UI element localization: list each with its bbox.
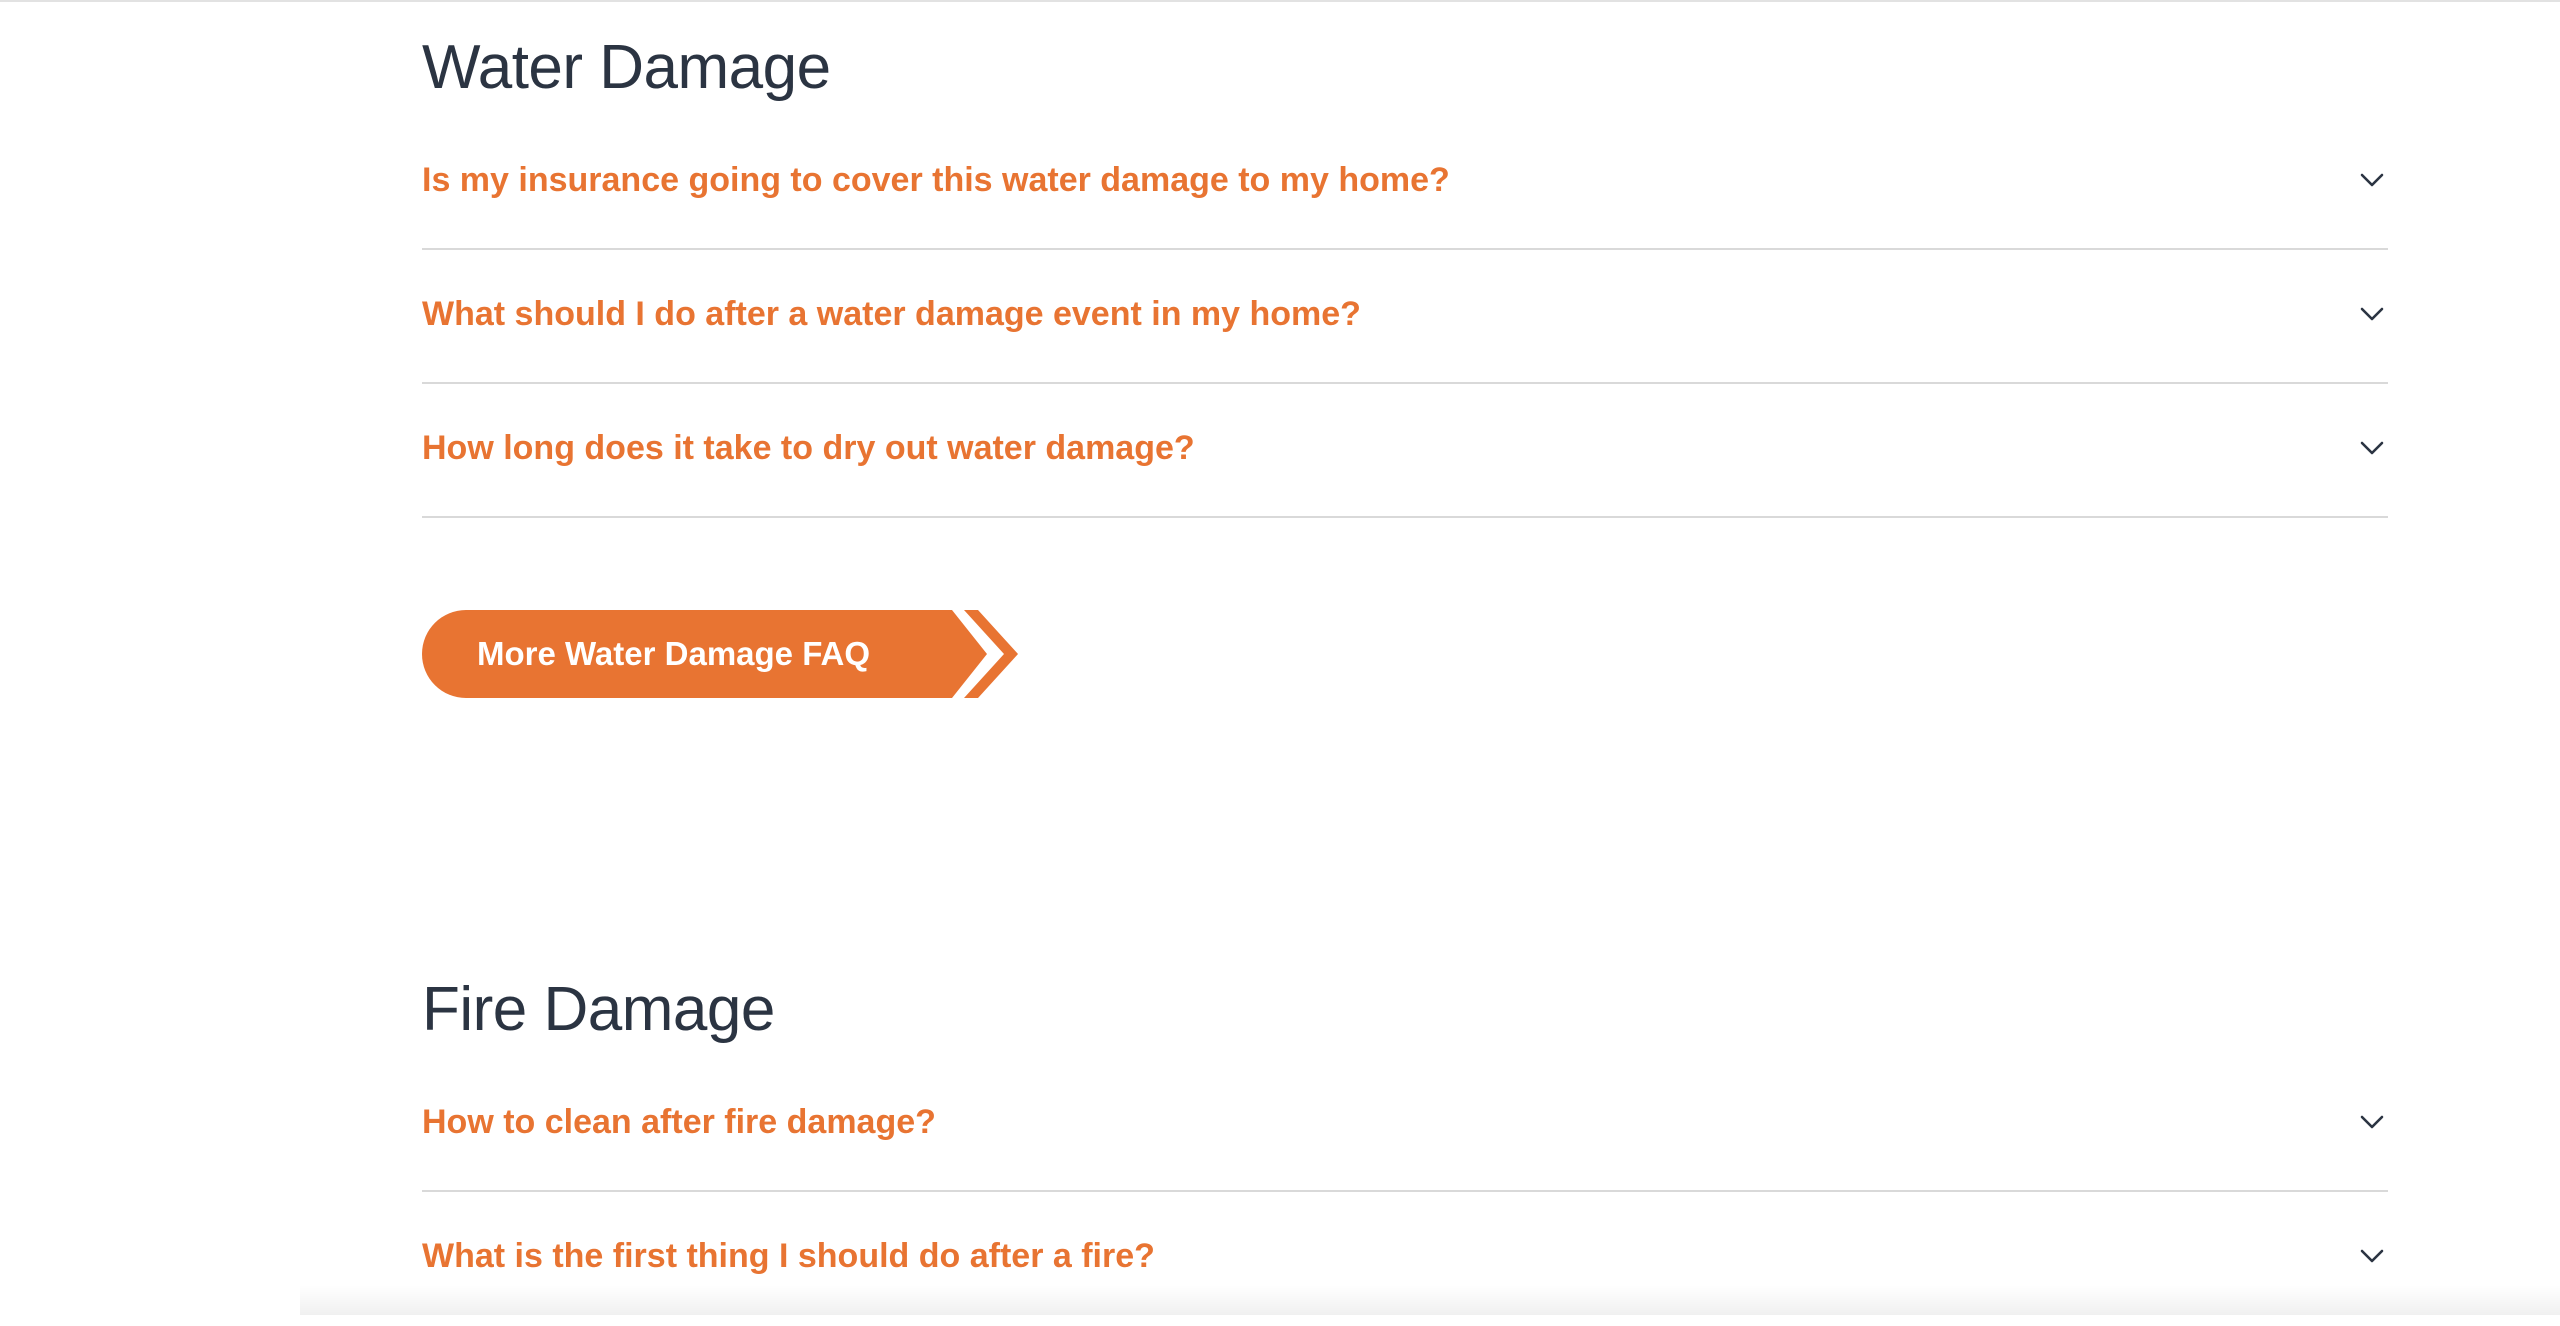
water-faq-list: Is my insurance going to cover this wate… xyxy=(422,130,2388,518)
chevron-down-icon[interactable] xyxy=(2358,168,2386,192)
more-water-damage-faq-button[interactable]: More Water Damage FAQ xyxy=(422,610,1018,698)
bottom-shadow xyxy=(300,1285,2560,1315)
chevron-down-icon[interactable] xyxy=(2358,1110,2386,1134)
fire-damage-section: Fire Damage How to clean after fire dama… xyxy=(422,970,2388,1326)
faq-item-water-dry-out[interactable]: How long does it take to dry out water d… xyxy=(422,384,2388,518)
faq-question: What is the first thing I should do afte… xyxy=(422,1237,1155,1275)
chevron-down-icon[interactable] xyxy=(2358,1244,2386,1268)
faq-question: How to clean after fire damage? xyxy=(422,1103,936,1141)
faq-question: How long does it take to dry out water d… xyxy=(422,429,1195,467)
cta-label: More Water Damage FAQ xyxy=(477,635,871,672)
faq-question: What should I do after a water damage ev… xyxy=(422,295,1361,333)
fire-damage-title: Fire Damage xyxy=(422,975,775,1044)
more-water-faq-cta: More Water Damage FAQ xyxy=(422,610,1042,698)
faq-item-water-insurance[interactable]: Is my insurance going to cover this wate… xyxy=(422,130,2388,250)
water-damage-title: Water Damage xyxy=(422,33,831,102)
top-divider xyxy=(0,0,2560,2)
faq-question: Is my insurance going to cover this wate… xyxy=(422,161,1450,199)
water-damage-section: Water Damage Is my insurance going to co… xyxy=(422,28,2388,518)
faq-item-water-after-event[interactable]: What should I do after a water damage ev… xyxy=(422,250,2388,384)
faq-item-fire-clean[interactable]: How to clean after fire damage? xyxy=(422,1072,2388,1192)
chevron-down-icon[interactable] xyxy=(2358,302,2386,326)
chevron-down-icon[interactable] xyxy=(2358,436,2386,460)
faq-page: Water Damage Is my insurance going to co… xyxy=(0,0,2560,1315)
